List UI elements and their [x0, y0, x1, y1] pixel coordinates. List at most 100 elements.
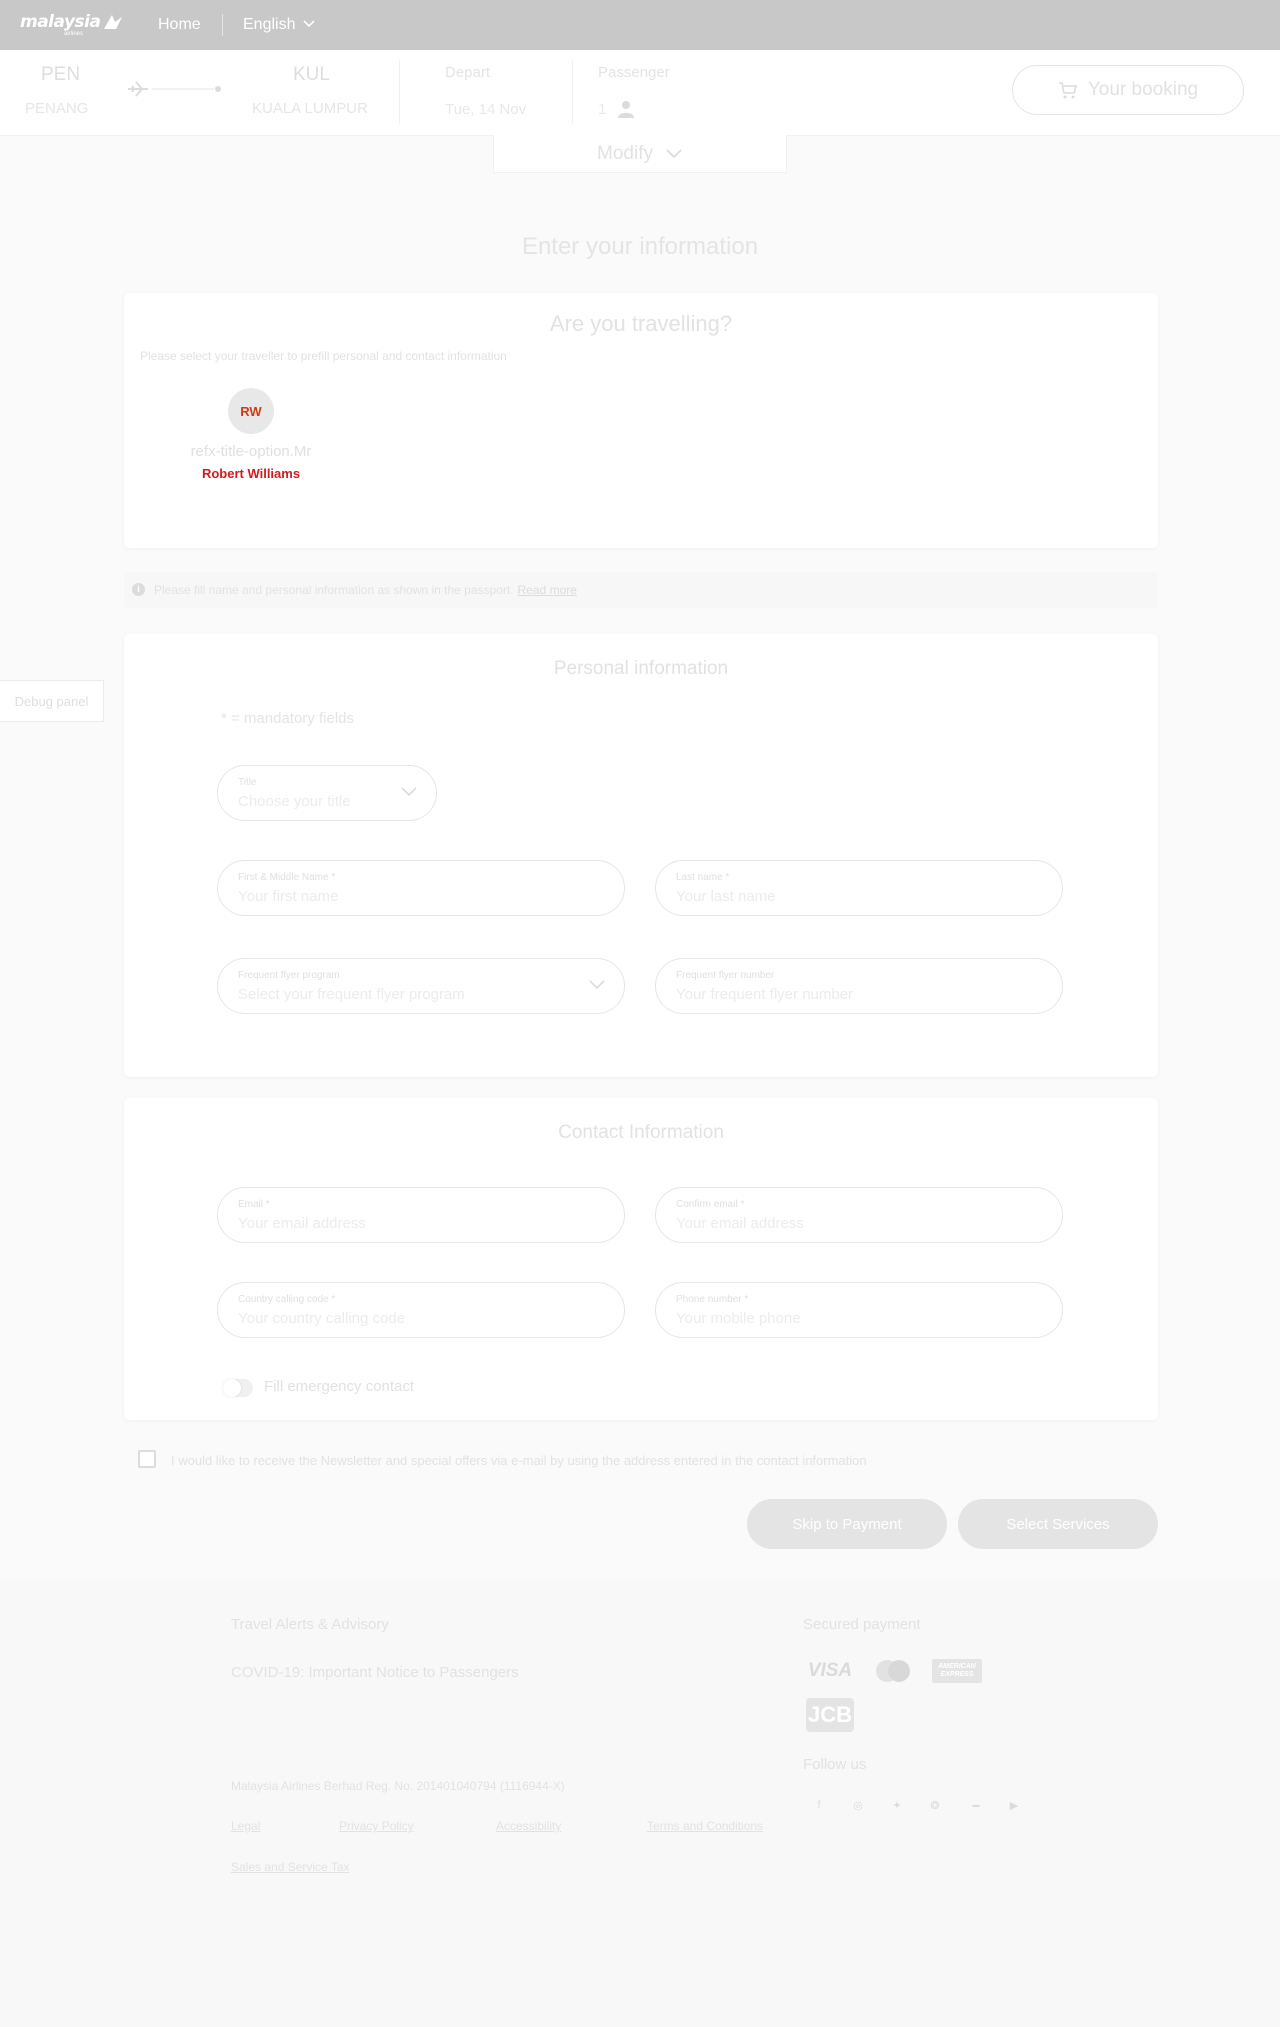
ffp-label: Frequent flyer program [238, 970, 340, 981]
last-name-field[interactable]: Last name * Your last name [655, 860, 1063, 916]
secured-payment-heading: Secured payment [803, 1616, 921, 1633]
ffp-placeholder: Select your frequent flyer program [238, 986, 465, 1003]
phone-number-placeholder: Your mobile phone [676, 1310, 801, 1327]
amex-icon: AMERICAN EXPRESS [932, 1659, 982, 1683]
first-name-placeholder: Your first name [238, 888, 339, 905]
page-title: Enter your information [521, 233, 759, 260]
nav-divider [222, 14, 223, 36]
privacy-policy-link[interactable]: Privacy Policy [339, 1819, 414, 1833]
traveller-heading: Are you travelling? [549, 311, 733, 336]
first-name-field[interactable]: First & Middle Name * Your first name [217, 860, 625, 916]
traveller-name[interactable]: Robert Williams [180, 466, 322, 481]
chevron-down-icon [589, 980, 605, 990]
emergency-contact-label: Fill emergency contact [264, 1378, 415, 1395]
nav-home-link[interactable]: Home [158, 16, 201, 34]
phone-number-field[interactable]: Phone number * Your mobile phone [655, 1282, 1063, 1338]
notice-message: Please fill name and personal informatio… [154, 583, 514, 597]
divider [572, 60, 573, 124]
title-label: Title [238, 777, 257, 788]
traveller-select-card: Are you travelling? [124, 293, 1158, 548]
logo-kite-icon [104, 15, 123, 29]
linkedin-icon[interactable]: ▬ [966, 1797, 986, 1813]
notice-text: Please fill name and personal informatio… [154, 583, 577, 597]
emergency-contact-toggle[interactable] [223, 1379, 253, 1397]
logo-subtext: airlines [64, 31, 84, 37]
traveller-avatar[interactable]: RW [228, 388, 274, 434]
visa-icon: VISA [807, 1660, 853, 1681]
follow-us-heading: Follow us [803, 1756, 867, 1773]
last-name-placeholder: Your last name [676, 888, 776, 905]
country-code-field[interactable]: Country calling code * Your country call… [217, 1282, 625, 1338]
top-navigation-bar: malaysia airlines Home English [0, 0, 1280, 50]
footer [0, 1580, 1280, 2027]
country-code-label: Country calling code * [238, 1294, 336, 1305]
email-placeholder: Your email address [238, 1215, 366, 1232]
traveller-hint: Please select your traveller to prefill … [140, 349, 507, 363]
facebook-icon[interactable]: f [811, 1797, 827, 1813]
weibo-icon[interactable]: ❂ [927, 1797, 943, 1813]
covid-notice-link[interactable]: COVID-19: Important Notice to Passengers [231, 1664, 519, 1681]
title-select[interactable]: Title Choose your title [217, 765, 437, 821]
email-label: Email * [238, 1199, 270, 1210]
cart-icon [1058, 82, 1077, 99]
destination-code: KUL [293, 64, 330, 85]
legal-link[interactable]: Legal [231, 1819, 260, 1833]
newsletter-checkbox[interactable] [138, 1450, 156, 1468]
sst-link[interactable]: Sales and Service Tax [231, 1860, 350, 1874]
last-name-label: Last name * [676, 872, 730, 883]
plane-icon [128, 81, 221, 97]
title-placeholder: Choose your title [238, 793, 351, 810]
ffn-label: Frequent flyer number [676, 970, 775, 981]
twitter-icon[interactable]: ✦ [889, 1797, 905, 1813]
confirm-email-placeholder: Your email address [676, 1215, 804, 1232]
phone-number-label: Phone number * [676, 1294, 749, 1305]
personal-info-heading: Personal information [553, 658, 729, 679]
instagram-icon[interactable]: ◎ [850, 1797, 866, 1813]
origin-code: PEN [41, 64, 81, 85]
your-booking-button[interactable]: Your booking [1012, 65, 1244, 115]
newsletter-label: I would like to receive the Newsletter a… [171, 1453, 867, 1468]
confirm-email-label: Confirm email * [676, 1199, 745, 1210]
travel-alerts-heading[interactable]: Travel Alerts & Advisory [231, 1616, 389, 1633]
jcb-icon: JCB [806, 1698, 854, 1732]
ffn-placeholder: Your frequent flyer number [676, 986, 854, 1003]
mandatory-fields-note: * = mandatory fields [221, 710, 354, 727]
depart-label: Depart [445, 64, 491, 81]
terms-link[interactable]: Terms and Conditions [647, 1819, 763, 1833]
contact-info-heading: Contact Information [558, 1122, 724, 1143]
modify-search-button[interactable]: Modify [493, 135, 787, 173]
chevron-down-icon [401, 787, 417, 797]
company-registration: Malaysia Airlines Berhad Reg. No. 201401… [231, 1779, 565, 1793]
youtube-icon[interactable]: ▶ [1006, 1797, 1022, 1813]
modify-label: Modify [597, 142, 653, 164]
person-icon [618, 101, 634, 118]
depart-date: Tue, 14 Nov [445, 101, 527, 118]
traveller-title-option: refx-title-option.Mr [190, 443, 312, 460]
frequent-flyer-program-select[interactable]: Frequent flyer program Select your frequ… [217, 958, 625, 1014]
malaysia-airlines-logo[interactable]: malaysia [20, 12, 124, 32]
debug-panel-button[interactable]: Debug panel [0, 680, 104, 722]
select-services-button[interactable]: Select Services [958, 1499, 1158, 1549]
skip-to-payment-button[interactable]: Skip to Payment [747, 1499, 947, 1549]
language-selector[interactable]: English [243, 16, 295, 34]
logo-text: malaysia [20, 12, 101, 32]
frequent-flyer-number-field[interactable]: Frequent flyer number Your frequent flye… [655, 958, 1063, 1014]
passport-notice: i Please fill name and personal informat… [124, 572, 1158, 608]
passenger-count: 1 [598, 101, 607, 118]
divider [399, 60, 400, 124]
chevron-down-icon [666, 148, 682, 158]
chevron-down-icon [303, 20, 315, 28]
your-booking-label: Your booking [1087, 79, 1199, 100]
destination-city: KUALA LUMPUR [252, 100, 368, 117]
email-field[interactable]: Email * Your email address [217, 1187, 625, 1243]
info-icon: i [132, 583, 145, 596]
toggle-knob [223, 1379, 241, 1397]
origin-city: PENANG [25, 100, 89, 117]
mastercard-icon [872, 1659, 914, 1683]
passenger-label: Passenger [598, 64, 670, 81]
accessibility-link[interactable]: Accessibility [496, 1819, 561, 1833]
confirm-email-field[interactable]: Confirm email * Your email address [655, 1187, 1063, 1243]
country-code-placeholder: Your country calling code [238, 1310, 406, 1327]
read-more-link[interactable]: Read more [518, 583, 577, 597]
contact-info-card: Contact Information [124, 1098, 1158, 1420]
